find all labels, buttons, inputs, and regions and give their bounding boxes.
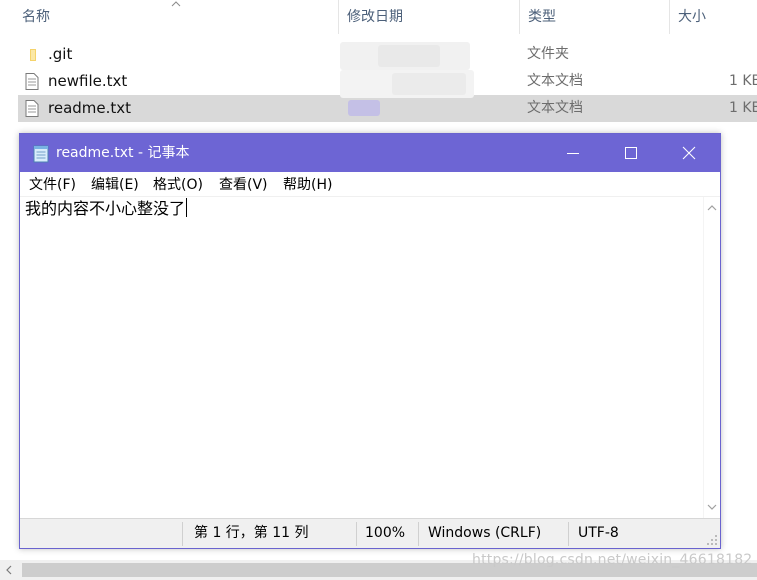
- menu-edit[interactable]: 编辑(E): [89, 172, 141, 196]
- minimize-icon: [567, 153, 579, 154]
- scroll-down-icon[interactable]: [707, 503, 717, 511]
- scroll-left-icon[interactable]: [4, 565, 14, 575]
- zoom-level: 100%: [365, 525, 406, 541]
- editor-text: 我的内容不小心整没了: [25, 199, 186, 218]
- column-name-header[interactable]: 名称: [14, 0, 50, 34]
- status-divider: [568, 522, 569, 546]
- maximize-button[interactable]: [602, 134, 660, 172]
- column-type-header[interactable]: 类型: [520, 0, 556, 34]
- window-title: readme.txt - 记事本: [56, 145, 190, 161]
- encoding: UTF-8: [578, 525, 619, 541]
- status-bar: 第 1 行，第 11 列 100% Windows (CRLF) UTF-8: [20, 518, 720, 548]
- file-type: 文本文档: [527, 100, 583, 116]
- desktop-screenshot: 名称 修改日期 类型 大小 .git 文件夹 newfile.txt 文本文档 …: [0, 0, 757, 580]
- file-size: 1 KB: [729, 73, 757, 89]
- cursor-position: 第 1 行，第 11 列: [194, 525, 309, 541]
- text-editor[interactable]: 我的内容不小心整没了: [20, 196, 720, 519]
- vertical-scrollbar[interactable]: [703, 197, 720, 519]
- status-divider: [182, 522, 183, 546]
- resize-grip-icon[interactable]: [706, 534, 718, 546]
- status-divider: [418, 522, 419, 546]
- text-caret: [186, 198, 188, 217]
- folder-icon: [30, 49, 36, 61]
- file-size: 1 KB: [729, 100, 757, 116]
- redaction-block: [348, 100, 380, 116]
- menu-help[interactable]: 帮助(H): [281, 172, 334, 196]
- close-icon: [682, 146, 696, 160]
- text-file-icon: [25, 73, 39, 90]
- watermark: https://blog.csdn.net/weixin_46618182: [472, 552, 753, 568]
- file-type: 文件夹: [527, 46, 569, 62]
- notepad-window: readme.txt - 记事本 文件(F) 编辑(E) 格式(O) 查看(V)…: [19, 133, 721, 549]
- file-name: newfile.txt: [48, 72, 128, 90]
- column-size-header[interactable]: 大小: [670, 0, 706, 34]
- minimize-button[interactable]: [544, 134, 602, 172]
- maximize-icon: [625, 147, 637, 159]
- sort-ascending-icon: [171, 1, 181, 7]
- file-name: .git: [48, 45, 73, 63]
- menu-view[interactable]: 查看(V): [217, 172, 270, 196]
- status-divider: [356, 522, 357, 546]
- file-type: 文本文档: [527, 73, 583, 89]
- notepad-app-icon: [33, 145, 49, 163]
- redaction-block: [392, 73, 466, 95]
- title-bar[interactable]: readme.txt - 记事本: [20, 134, 720, 172]
- file-name: readme.txt: [48, 99, 132, 117]
- line-ending: Windows (CRLF): [428, 525, 542, 541]
- column-modified-header[interactable]: 修改日期: [339, 0, 403, 34]
- text-file-icon: [25, 100, 39, 117]
- menu-bar: 文件(F) 编辑(E) 格式(O) 查看(V) 帮助(H): [20, 172, 720, 196]
- file-row-readme[interactable]: readme.txt 文本文档 1 KB: [18, 95, 757, 122]
- menu-format[interactable]: 格式(O): [151, 172, 205, 196]
- redaction-block: [378, 45, 440, 67]
- close-button[interactable]: [660, 134, 718, 172]
- menu-file[interactable]: 文件(F): [27, 172, 78, 196]
- column-header: 名称 修改日期 类型 大小: [0, 0, 757, 34]
- scroll-up-icon[interactable]: [707, 204, 717, 212]
- editor-content[interactable]: 我的内容不小心整没了: [25, 198, 188, 220]
